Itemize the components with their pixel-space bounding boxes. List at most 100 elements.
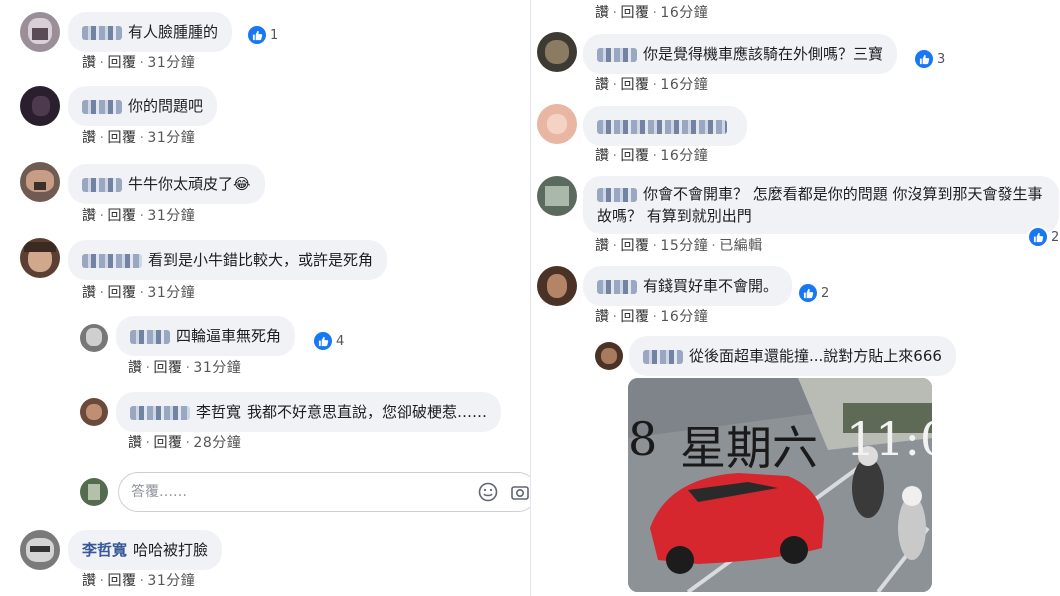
- like-link[interactable]: 讚: [82, 208, 97, 224]
- author-name-redacted[interactable]: [597, 279, 637, 294]
- reply-link[interactable]: 回覆: [620, 238, 649, 254]
- reply-link[interactable]: 回覆: [107, 285, 136, 301]
- comment-text: 看到是小牛錯比較大，或許是死角: [148, 251, 374, 269]
- timestamp[interactable]: 16分鐘: [660, 5, 708, 21]
- author-name-redacted[interactable]: [82, 177, 122, 192]
- timestamp[interactable]: 15分鐘: [660, 238, 708, 254]
- like-link[interactable]: 讚: [128, 360, 143, 376]
- like-link[interactable]: 讚: [595, 238, 610, 254]
- timestamp[interactable]: 16分鐘: [660, 77, 708, 93]
- author-name-redacted[interactable]: [82, 99, 122, 114]
- like-reaction-icon: [314, 332, 332, 350]
- comment-bubble: 有錢買好車不會開。: [583, 266, 793, 306]
- comment-text: 牛牛你太頑皮了😂: [128, 175, 251, 193]
- comment-text: 哈哈被打臉: [133, 541, 209, 559]
- like-link[interactable]: 讚: [82, 285, 97, 301]
- like-link[interactable]: 讚: [82, 130, 97, 146]
- reply-bubble: 李哲寬 我都不好意思直說，您卻破梗惹……: [116, 392, 502, 432]
- like-link[interactable]: 讚: [595, 5, 610, 21]
- like-link[interactable]: 讚: [595, 77, 610, 93]
- avatar[interactable]: [20, 162, 60, 202]
- camera-icon[interactable]: [509, 481, 530, 503]
- reply-link[interactable]: 回覆: [620, 309, 649, 325]
- reply-link[interactable]: 回覆: [153, 360, 182, 376]
- author-name-redacted[interactable]: [643, 349, 683, 364]
- reply-link[interactable]: 回覆: [620, 77, 649, 93]
- like-link[interactable]: 讚: [128, 435, 143, 451]
- author-name-redacted[interactable]: [82, 25, 122, 40]
- comment-actions: 讚 · 回覆 · 31分鐘: [82, 130, 196, 146]
- like-link[interactable]: 讚: [595, 309, 610, 325]
- comment-bubble: 你是覺得機車應該騎在外側嗎？三寶: [583, 34, 898, 74]
- author-name-redacted[interactable]: [597, 187, 637, 202]
- like-link[interactable]: 讚: [82, 55, 97, 71]
- attached-photo[interactable]: 8 星期六 11:0: [628, 378, 932, 592]
- avatar[interactable]: [20, 530, 60, 570]
- comment-bubble: 牛牛你太頑皮了😂: [68, 164, 265, 204]
- timestamp[interactable]: 31分鐘: [147, 208, 195, 224]
- comment-actions: 讚 · 回覆 · 28分鐘: [128, 435, 242, 451]
- timestamp[interactable]: 16分鐘: [660, 309, 708, 325]
- comment-actions: 讚 · 回覆 · 31分鐘: [82, 285, 196, 301]
- avatar[interactable]: [20, 238, 60, 278]
- reply-link[interactable]: 回覆: [107, 55, 136, 71]
- timestamp[interactable]: 31分鐘: [147, 285, 195, 301]
- comment-bubble: 你會不會開車？ 怎麼看都是你的問題 你沒算到那天會發生事故嗎？ 有算到就別出門: [583, 176, 1059, 234]
- comment-actions: 讚 · 回覆 · 16分鐘: [595, 148, 709, 164]
- author-name-redacted[interactable]: [130, 405, 190, 420]
- reply-bubble: 從後面超車還能撞...說對方貼上來666: [629, 336, 956, 376]
- comment-actions: 讚 · 回覆 · 31分鐘: [128, 360, 242, 376]
- comment-text: 你會不會開車？ 怎麼看都是你的問題 你沒算到那天會發生事故嗎？ 有算到就別出門: [597, 185, 1043, 225]
- avatar[interactable]: [80, 398, 108, 426]
- reply-input[interactable]: 答覆……: [118, 472, 530, 512]
- comment-text: 四輪逼車無死角: [176, 327, 282, 345]
- reply-link[interactable]: 回覆: [107, 573, 136, 589]
- comment-actions: 讚 · 回覆 · 16分鐘: [595, 77, 709, 93]
- reply-link[interactable]: 回覆: [153, 435, 182, 451]
- timestamp[interactable]: 16分鐘: [660, 148, 708, 164]
- comment-bubble: 你的問題吧: [68, 86, 218, 126]
- avatar[interactable]: [537, 104, 577, 144]
- avatar[interactable]: [537, 176, 577, 216]
- reply-link[interactable]: 回覆: [107, 130, 136, 146]
- reaction-count[interactable]: 2: [1029, 226, 1059, 248]
- timestamp[interactable]: 31分鐘: [147, 55, 195, 71]
- author-name-redacted[interactable]: [597, 119, 727, 134]
- comment-text: 有人臉腫腫的: [128, 23, 219, 41]
- comment-bubble: 李哲寬 哈哈被打臉: [68, 530, 223, 570]
- current-user-avatar: [80, 478, 108, 506]
- comment-bubble: 看到是小牛錯比較大，或許是死角: [68, 240, 388, 280]
- avatar[interactable]: [537, 32, 577, 72]
- reaction-count[interactable]: 4: [314, 330, 344, 352]
- avatar[interactable]: [595, 342, 623, 370]
- avatar[interactable]: [537, 266, 577, 306]
- reply-link[interactable]: 回覆: [107, 208, 136, 224]
- comment-text: 我都不好意思直說，您卻破梗惹……: [247, 403, 488, 421]
- edited-label[interactable]: 已編輯: [719, 238, 763, 254]
- reply-bubble: 四輪逼車無死角: [116, 316, 296, 356]
- emoji-icon[interactable]: [477, 481, 499, 503]
- like-reaction-icon: [248, 26, 266, 44]
- reaction-count[interactable]: 2: [799, 282, 829, 304]
- like-link[interactable]: 讚: [82, 573, 97, 589]
- like-link[interactable]: 讚: [595, 148, 610, 164]
- author-name[interactable]: 李哲寬: [82, 541, 127, 559]
- comment-text: 你是覺得機車應該騎在外側嗎？三寶: [643, 45, 884, 63]
- reaction-count[interactable]: 3: [915, 48, 945, 70]
- timestamp[interactable]: 31分鐘: [147, 573, 195, 589]
- reaction-count[interactable]: 1: [248, 24, 278, 46]
- comment-actions: 讚 · 回覆 · 16分鐘: [595, 309, 709, 325]
- timestamp[interactable]: 28分鐘: [193, 435, 241, 451]
- author-name-redacted[interactable]: [597, 47, 637, 62]
- avatar[interactable]: [20, 86, 60, 126]
- mention-link[interactable]: 李哲寬: [196, 403, 241, 421]
- comment-actions: 讚 · 回覆 · 31分鐘: [82, 208, 196, 224]
- reply-link[interactable]: 回覆: [620, 148, 649, 164]
- author-name-redacted[interactable]: [82, 253, 142, 268]
- timestamp[interactable]: 31分鐘: [147, 130, 195, 146]
- avatar[interactable]: [20, 12, 60, 52]
- author-name-redacted[interactable]: [130, 329, 170, 344]
- avatar[interactable]: [80, 324, 108, 352]
- timestamp[interactable]: 31分鐘: [193, 360, 241, 376]
- reply-link[interactable]: 回覆: [620, 5, 649, 21]
